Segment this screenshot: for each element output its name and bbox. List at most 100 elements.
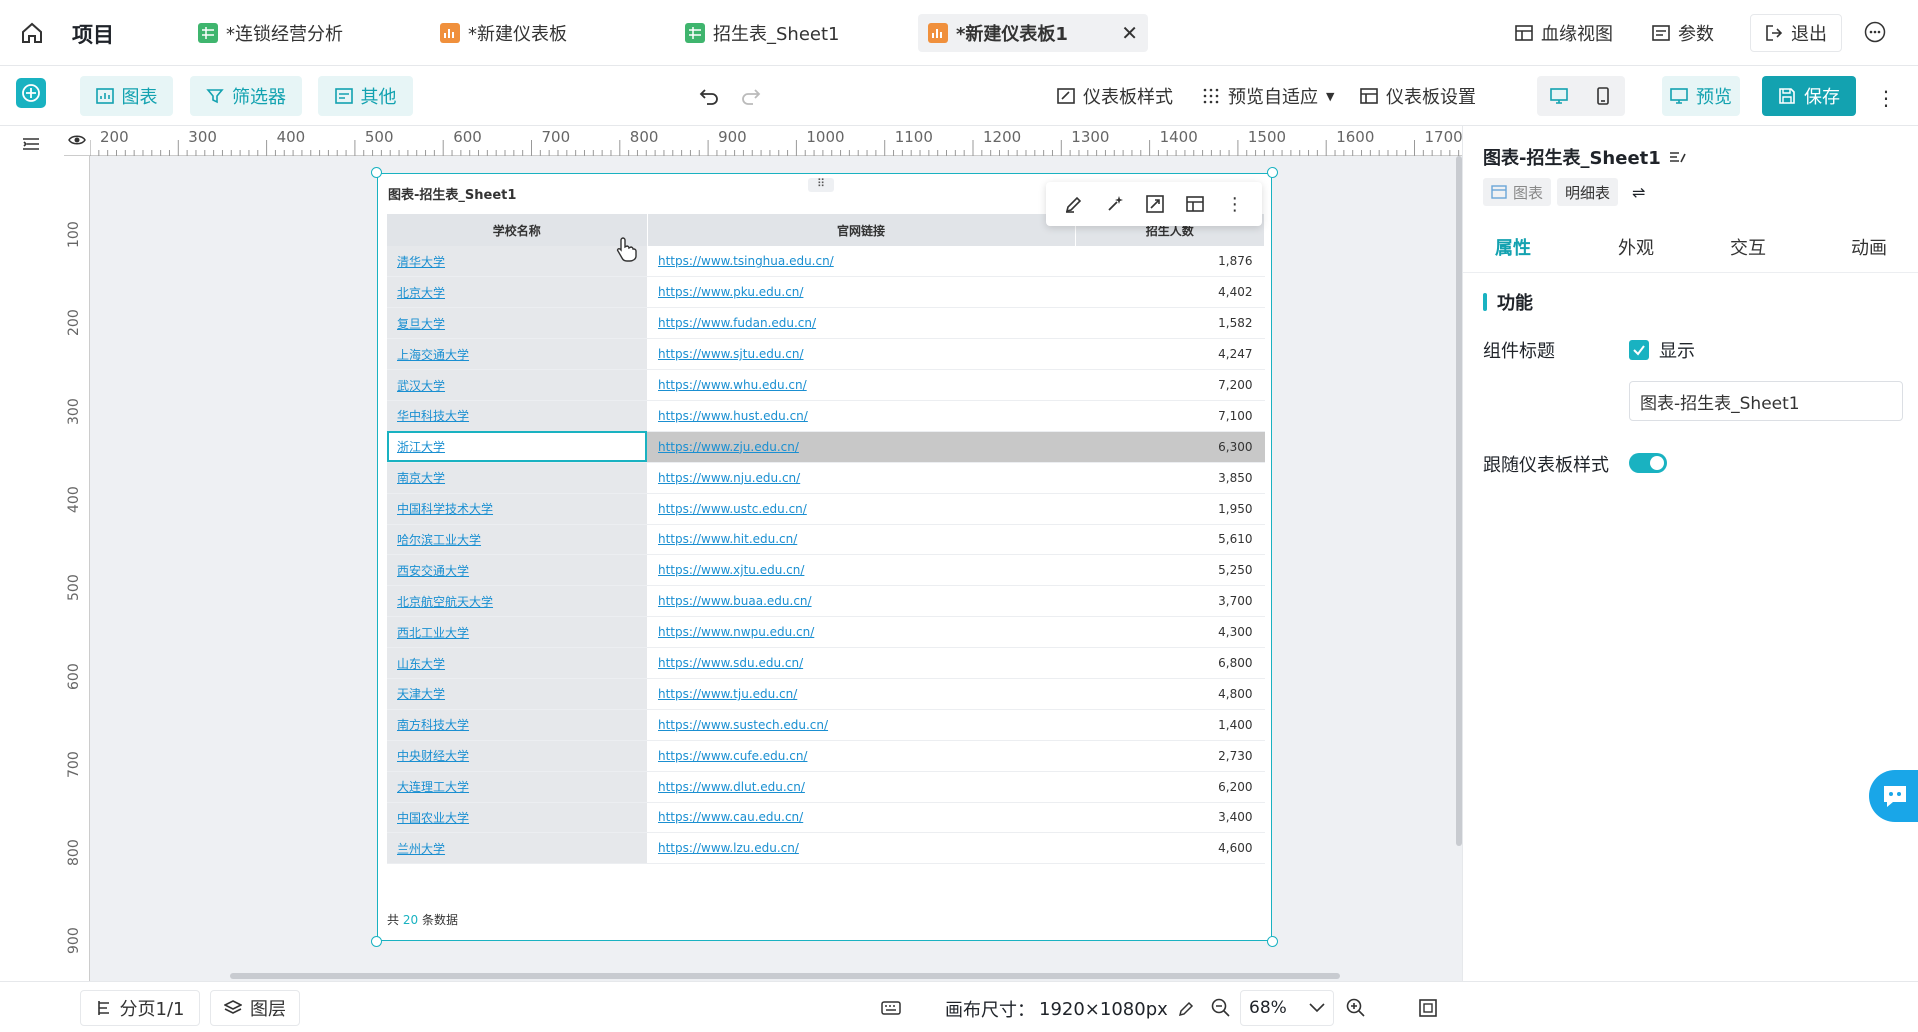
table-row[interactable]: 天津大学 https://www.tju.edu.cn/4,800 bbox=[387, 678, 1265, 710]
preview-button[interactable]: 预览 bbox=[1662, 76, 1740, 116]
desktop-icon[interactable] bbox=[1550, 87, 1568, 105]
tab-new-dashboard-1[interactable]: *新建仪表板1 ✕ bbox=[918, 14, 1148, 52]
follow-style-toggle[interactable] bbox=[1629, 453, 1667, 473]
website-link-cell[interactable]: https://www.nwpu.edu.cn/ bbox=[647, 616, 1075, 649]
tab-animation[interactable]: 动画 bbox=[1851, 234, 1887, 260]
mode-chart[interactable]: 图表 bbox=[1483, 178, 1552, 206]
table-row[interactable]: 北京航空航天大学 https://www.buaa.edu.cn/3,700 bbox=[387, 585, 1265, 618]
table-row[interactable]: 山东大学 https://www.sdu.edu.cn/6,800 bbox=[387, 647, 1265, 679]
table-row[interactable]: 南京大学 https://www.nju.edu.cn/3,850 bbox=[387, 462, 1265, 494]
lineage-view-button[interactable]: 血缘视图 bbox=[1515, 14, 1613, 52]
school-name-cell[interactable]: 天津大学 bbox=[387, 678, 647, 710]
edit-pencil-icon[interactable] bbox=[1178, 1001, 1194, 1017]
school-name-cell[interactable]: 中国农业大学 bbox=[387, 802, 647, 834]
website-link-cell[interactable]: https://www.tsinghua.edu.cn/ bbox=[647, 246, 1075, 278]
resize-handle[interactable] bbox=[371, 936, 382, 947]
website-link-cell[interactable]: https://www.sjtu.edu.cn/ bbox=[647, 338, 1075, 371]
school-name-cell[interactable]: 大连理工大学 bbox=[387, 771, 647, 803]
school-name-cell[interactable]: 武汉大学 bbox=[387, 369, 647, 401]
tab-enrollment-sheet[interactable]: 招生表_Sheet1 bbox=[675, 14, 850, 52]
undo-icon[interactable] bbox=[698, 85, 720, 107]
page-button[interactable]: 分页1/1 bbox=[80, 990, 200, 1026]
column-header[interactable]: 学校名称 bbox=[387, 214, 648, 246]
widget-more-icon[interactable]: ⋮ bbox=[1226, 194, 1244, 215]
table-row[interactable]: 西安交通大学 https://www.xjtu.edu.cn/5,250 bbox=[387, 554, 1265, 587]
fit-screen-icon[interactable] bbox=[1418, 998, 1438, 1018]
other-button[interactable]: 其他 bbox=[318, 76, 413, 116]
school-name-cell[interactable]: 兰州大学 bbox=[387, 832, 647, 865]
website-link-cell[interactable]: https://www.zju.edu.cn/ bbox=[647, 431, 1075, 463]
school-name-cell[interactable]: 哈尔滨工业大学 bbox=[387, 524, 647, 556]
school-name-cell[interactable]: 浙江大学 bbox=[387, 431, 647, 463]
eye-icon[interactable] bbox=[68, 133, 86, 147]
tab-appearance[interactable]: 外观 bbox=[1618, 234, 1654, 260]
resize-handle[interactable] bbox=[1267, 936, 1278, 947]
swap-icon[interactable]: ⇌ bbox=[1632, 183, 1645, 202]
website-link-cell[interactable]: https://www.cau.edu.cn/ bbox=[647, 802, 1075, 834]
zoom-in-icon[interactable] bbox=[1346, 998, 1366, 1018]
school-name-cell[interactable]: 华中科技大学 bbox=[387, 400, 647, 432]
table-row[interactable]: 西北工业大学 https://www.nwpu.edu.cn/4,300 bbox=[387, 616, 1265, 649]
preview-fit-dropdown[interactable]: 预览自适应 ▼ bbox=[1202, 76, 1334, 116]
close-icon[interactable]: ✕ bbox=[1121, 21, 1138, 45]
table-row[interactable]: 兰州大学 https://www.lzu.edu.cn/4,600 bbox=[387, 832, 1265, 865]
project-label[interactable]: 项目 bbox=[72, 19, 114, 49]
table-row[interactable]: 南方科技大学 https://www.sustech.edu.cn/1,400 bbox=[387, 709, 1265, 741]
add-component-icon[interactable] bbox=[16, 78, 46, 108]
table-row[interactable]: 上海交通大学 https://www.sjtu.edu.cn/4,247 bbox=[387, 338, 1265, 371]
tab-interaction[interactable]: 交互 bbox=[1730, 234, 1766, 260]
resize-handle[interactable] bbox=[371, 167, 382, 178]
school-name-cell[interactable]: 中央财经大学 bbox=[387, 740, 647, 772]
checkbox-checked-icon[interactable] bbox=[1629, 340, 1649, 360]
data-table-icon[interactable] bbox=[1185, 194, 1205, 214]
school-name-cell[interactable]: 西安交通大学 bbox=[387, 554, 647, 587]
layers-button[interactable]: 图层 bbox=[210, 990, 300, 1026]
table-row[interactable]: 中国科学技术大学 https://www.ustc.edu.cn/1,950 bbox=[387, 493, 1265, 525]
params-button[interactable]: 参数 bbox=[1652, 14, 1714, 52]
rename-icon[interactable] bbox=[1669, 148, 1687, 166]
tab-chain-analysis[interactable]: *连锁经营分析 bbox=[188, 14, 353, 52]
save-button[interactable]: 保存 bbox=[1762, 76, 1856, 116]
school-name-cell[interactable]: 上海交通大学 bbox=[387, 338, 647, 371]
mobile-icon[interactable] bbox=[1594, 87, 1612, 105]
table-row[interactable]: 武汉大学 https://www.whu.edu.cn/7,200 bbox=[387, 369, 1265, 401]
drag-handle-icon[interactable]: ⠿ bbox=[808, 178, 834, 192]
filter-button[interactable]: 筛选器 bbox=[190, 76, 302, 116]
table-row[interactable]: 北京大学 https://www.pku.edu.cn/4,402 bbox=[387, 276, 1265, 309]
redo-icon[interactable] bbox=[740, 85, 762, 107]
more-options-icon[interactable] bbox=[1864, 21, 1886, 43]
school-name-cell[interactable]: 北京大学 bbox=[387, 276, 647, 309]
table-row[interactable]: 中国农业大学 https://www.cau.edu.cn/3,400 bbox=[387, 802, 1265, 834]
website-link-cell[interactable]: https://www.dlut.edu.cn/ bbox=[647, 771, 1075, 803]
table-row[interactable]: 华中科技大学 https://www.hust.edu.cn/7,100 bbox=[387, 400, 1265, 432]
table-row[interactable]: 中央财经大学 https://www.cufe.edu.cn/2,730 bbox=[387, 740, 1265, 772]
outline-toggle-icon[interactable] bbox=[22, 136, 40, 154]
zoom-out-icon[interactable] bbox=[1211, 998, 1231, 1018]
keyboard-icon[interactable] bbox=[881, 1000, 901, 1016]
website-link-cell[interactable]: https://www.sustech.edu.cn/ bbox=[647, 709, 1075, 741]
table-row[interactable]: 复旦大学 https://www.fudan.edu.cn/1,582 bbox=[387, 307, 1265, 340]
school-name-cell[interactable]: 南方科技大学 bbox=[387, 709, 647, 741]
school-name-cell[interactable]: 山东大学 bbox=[387, 647, 647, 679]
edit-brush-icon[interactable] bbox=[1064, 194, 1084, 214]
school-name-cell[interactable]: 西北工业大学 bbox=[387, 616, 647, 649]
website-link-cell[interactable]: https://www.cufe.edu.cn/ bbox=[647, 740, 1075, 772]
dashboard-style-button[interactable]: 仪表板样式 bbox=[1057, 76, 1173, 116]
tab-properties[interactable]: 属性 bbox=[1495, 234, 1531, 260]
chart-button[interactable]: 图表 bbox=[80, 76, 173, 116]
website-link-cell[interactable]: https://www.whu.edu.cn/ bbox=[647, 369, 1075, 401]
column-header[interactable]: 官网链接 bbox=[647, 214, 1076, 246]
table-row[interactable]: 大连理工大学 https://www.dlut.edu.cn/6,200 bbox=[387, 771, 1265, 803]
school-name-cell[interactable]: 清华大学 bbox=[387, 246, 647, 278]
kebab-menu-icon[interactable]: ⋮ bbox=[1876, 86, 1896, 110]
show-checkbox[interactable]: 显示 bbox=[1629, 337, 1695, 363]
table-row[interactable]: 清华大学 https://www.tsinghua.edu.cn/1,876 bbox=[387, 246, 1265, 278]
exit-button[interactable]: 退出 bbox=[1750, 14, 1842, 52]
website-link-cell[interactable]: https://www.nju.edu.cn/ bbox=[647, 462, 1075, 494]
website-link-cell[interactable]: https://www.xjtu.edu.cn/ bbox=[647, 554, 1075, 587]
magic-wand-icon[interactable] bbox=[1105, 194, 1125, 214]
resize-handle[interactable] bbox=[1267, 167, 1278, 178]
website-link-cell[interactable]: https://www.ustc.edu.cn/ bbox=[647, 493, 1075, 525]
school-name-cell[interactable]: 南京大学 bbox=[387, 462, 647, 494]
mode-detail[interactable]: 明细表 bbox=[1557, 178, 1619, 206]
